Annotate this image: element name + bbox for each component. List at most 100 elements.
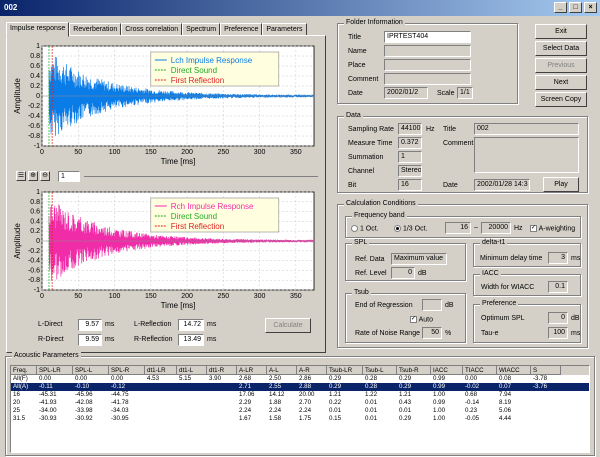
l-direct-field[interactable]: 9.57 xyxy=(78,319,102,331)
wiacc-field[interactable]: 0.1 xyxy=(548,281,568,293)
sampling-rate-label: Sampling Rate xyxy=(348,126,394,133)
y-tick-label: 0.8 xyxy=(30,199,40,206)
screen-copy-button[interactable]: Screen Copy xyxy=(535,92,587,107)
ref-data-field[interactable]: Maximum value xyxy=(391,253,447,265)
calculate-button[interactable]: Calculate xyxy=(265,318,311,333)
select-data-button[interactable]: Select Data xyxy=(535,41,587,56)
data-date-field: 2002/01/28 14:3 xyxy=(474,179,530,191)
table-cell: -0.14 xyxy=(465,399,480,406)
folder-date-field[interactable]: 2002/01/2 xyxy=(384,87,428,99)
x-axis-label: Time [ms] xyxy=(161,301,196,310)
oct1-radio-icon[interactable] xyxy=(351,225,358,232)
table-cell xyxy=(145,399,177,407)
exit-button[interactable]: Exit xyxy=(535,24,587,39)
tab-impulse-response[interactable]: Impulse response xyxy=(6,22,70,37)
y-tick-label: 0.2 xyxy=(30,228,40,235)
data-title-label: Title xyxy=(443,126,456,133)
iacc-title: IACC xyxy=(480,270,501,277)
optimum-spl-field[interactable]: 0 xyxy=(548,312,568,324)
x-tick-label: 150 xyxy=(145,293,157,300)
table-cell: -30.95 xyxy=(111,415,129,422)
auto-checkbox[interactable]: ✓ Auto xyxy=(410,316,433,323)
table-cell: 0.29 xyxy=(399,375,412,382)
chart-page-field[interactable]: 1 xyxy=(58,171,80,182)
noise-range-label: Rate of Noise Range xyxy=(355,330,420,337)
end-regression-field[interactable] xyxy=(422,299,442,311)
zoom-out-icon[interactable]: ⊖ xyxy=(40,171,50,181)
table-cell: Tsub-L xyxy=(363,366,397,375)
table-cell: 17.06 xyxy=(239,391,255,398)
folder-name-field[interactable] xyxy=(384,45,471,57)
oct3-radio-icon[interactable] xyxy=(394,225,401,232)
minimize-button[interactable]: _ xyxy=(554,2,567,13)
table-cell: All(A) xyxy=(13,383,29,390)
previous-button[interactable]: Previous xyxy=(535,58,587,73)
folder-comment-label: Comment xyxy=(348,76,379,83)
folder-scale-field[interactable]: 1/1 xyxy=(457,87,473,99)
table-cell: -41.78 xyxy=(111,399,129,406)
table-cell: 8.19 xyxy=(499,399,512,406)
oct1-label: 1 Oct. xyxy=(359,225,379,233)
y-tick-label: 0.6 xyxy=(30,209,40,216)
zoom-in-icon[interactable]: ⊕ xyxy=(28,171,38,181)
ref-level-label: Ref. Level xyxy=(355,270,387,277)
legend-entry: Direct Sound xyxy=(171,212,217,221)
table-cell: SPL-LR xyxy=(37,366,73,375)
legend-entry: Direct Sound xyxy=(171,66,217,75)
tau-e-field[interactable]: 100 xyxy=(548,327,568,339)
y-tick-label: -0.2 xyxy=(28,248,40,255)
table-row[interactable]: All(F) 0.00 0.00 0.00 4.53 5.15 3.90 2.68 2.50 2.… xyxy=(11,375,589,383)
table-cell: 0.43 xyxy=(399,399,412,406)
table-cell: 0.22 xyxy=(329,399,342,406)
x-tick-label: 250 xyxy=(217,149,229,156)
x-tick-label: 250 xyxy=(217,293,229,300)
table-row[interactable]: 16 -45.31 -45.96 -44.75 17.06 14.12 20.00 1.21 1… xyxy=(11,391,589,399)
table-cell: 0.99 xyxy=(433,399,446,406)
ref-level-field[interactable]: 0 xyxy=(391,267,415,279)
data-title-field: 002 xyxy=(474,123,579,135)
oct1-radio[interactable]: 1 Oct. xyxy=(351,225,379,232)
y-tick-label: 0.4 xyxy=(30,73,40,80)
next-button[interactable]: Next xyxy=(535,75,587,90)
table-cell: -0.10 xyxy=(75,383,90,390)
oct3-radio[interactable]: 1/3 Oct. xyxy=(394,225,427,232)
l-reflection-field[interactable]: 14.72 xyxy=(178,319,204,331)
table-cell: 1.00 xyxy=(433,407,446,414)
table-cell: -3.78 xyxy=(533,375,548,382)
freq-low-field[interactable]: 16 xyxy=(445,222,471,234)
a-weighting-checkbox[interactable]: ✓ A-weighting xyxy=(530,225,575,232)
x-tick-label: 300 xyxy=(254,149,266,156)
table-row[interactable]: All(A) -0.11 -0.10 -0.12 2.71 2.55 2.88 0.29 0.2… xyxy=(11,383,589,391)
measure-time-label: Measure Time xyxy=(348,140,393,147)
table-row[interactable]: 20 -41.93 -42.08 -41.78 2.29 1.88 2.70 0.22 0.01… xyxy=(11,399,589,407)
folder-place-field[interactable] xyxy=(384,59,471,71)
acoustic-params-table[interactable]: Freq. SPL-LR SPL-L SPL-R dt1-LR dt1-L dt1-R A-L… xyxy=(10,365,590,453)
folder-title-field[interactable]: IPRTEST404 xyxy=(384,31,471,43)
table-row[interactable]: 25 -34.00 -33.98 -34.03 2.24 2.24 2.24 0.01 0.01… xyxy=(11,407,589,415)
folder-comment-field[interactable] xyxy=(384,73,471,85)
table-cell: 0.01 xyxy=(365,407,378,414)
maximize-button[interactable]: □ xyxy=(569,2,582,13)
x-tick-label: 200 xyxy=(181,293,193,300)
lch-impulse-chart: 10.80.60.40.20-0.2-0.4-0.6-0.8-10 50 100 15… xyxy=(12,40,318,168)
table-row[interactable]: 31.5 -30.93 -30.92 -30.95 1.67 1.58 1.75 0.15 0.… xyxy=(11,415,589,423)
a-weighting-check-icon[interactable]: ✓ xyxy=(530,225,537,232)
table-cell: 14.12 xyxy=(269,391,285,398)
data-date-label: Date xyxy=(443,182,458,189)
table-cell: 0.00 xyxy=(75,375,88,382)
l-direct-unit: ms xyxy=(105,321,115,328)
table-cell xyxy=(145,383,177,391)
noise-range-field[interactable]: 50 xyxy=(422,327,442,339)
close-button[interactable]: × xyxy=(584,2,597,13)
table-cell: -33.98 xyxy=(75,407,93,414)
table-header[interactable]: Freq. SPL-LR SPL-L SPL-R dt1-LR dt1-L dt1-R A-L… xyxy=(11,366,589,375)
r-reflection-field[interactable]: 13.49 xyxy=(178,334,204,346)
freq-high-field[interactable]: 20000 xyxy=(481,222,511,234)
min-delay-field[interactable]: 3 xyxy=(548,252,568,264)
y-tick-label: 0 xyxy=(36,238,40,245)
r-direct-field[interactable]: 9.59 xyxy=(78,334,102,346)
table-cell xyxy=(177,407,207,415)
play-button[interactable]: Play xyxy=(543,177,579,192)
auto-check-icon[interactable]: ✓ xyxy=(410,316,417,323)
zoom-fit-icon[interactable]: ☰ xyxy=(16,171,26,181)
